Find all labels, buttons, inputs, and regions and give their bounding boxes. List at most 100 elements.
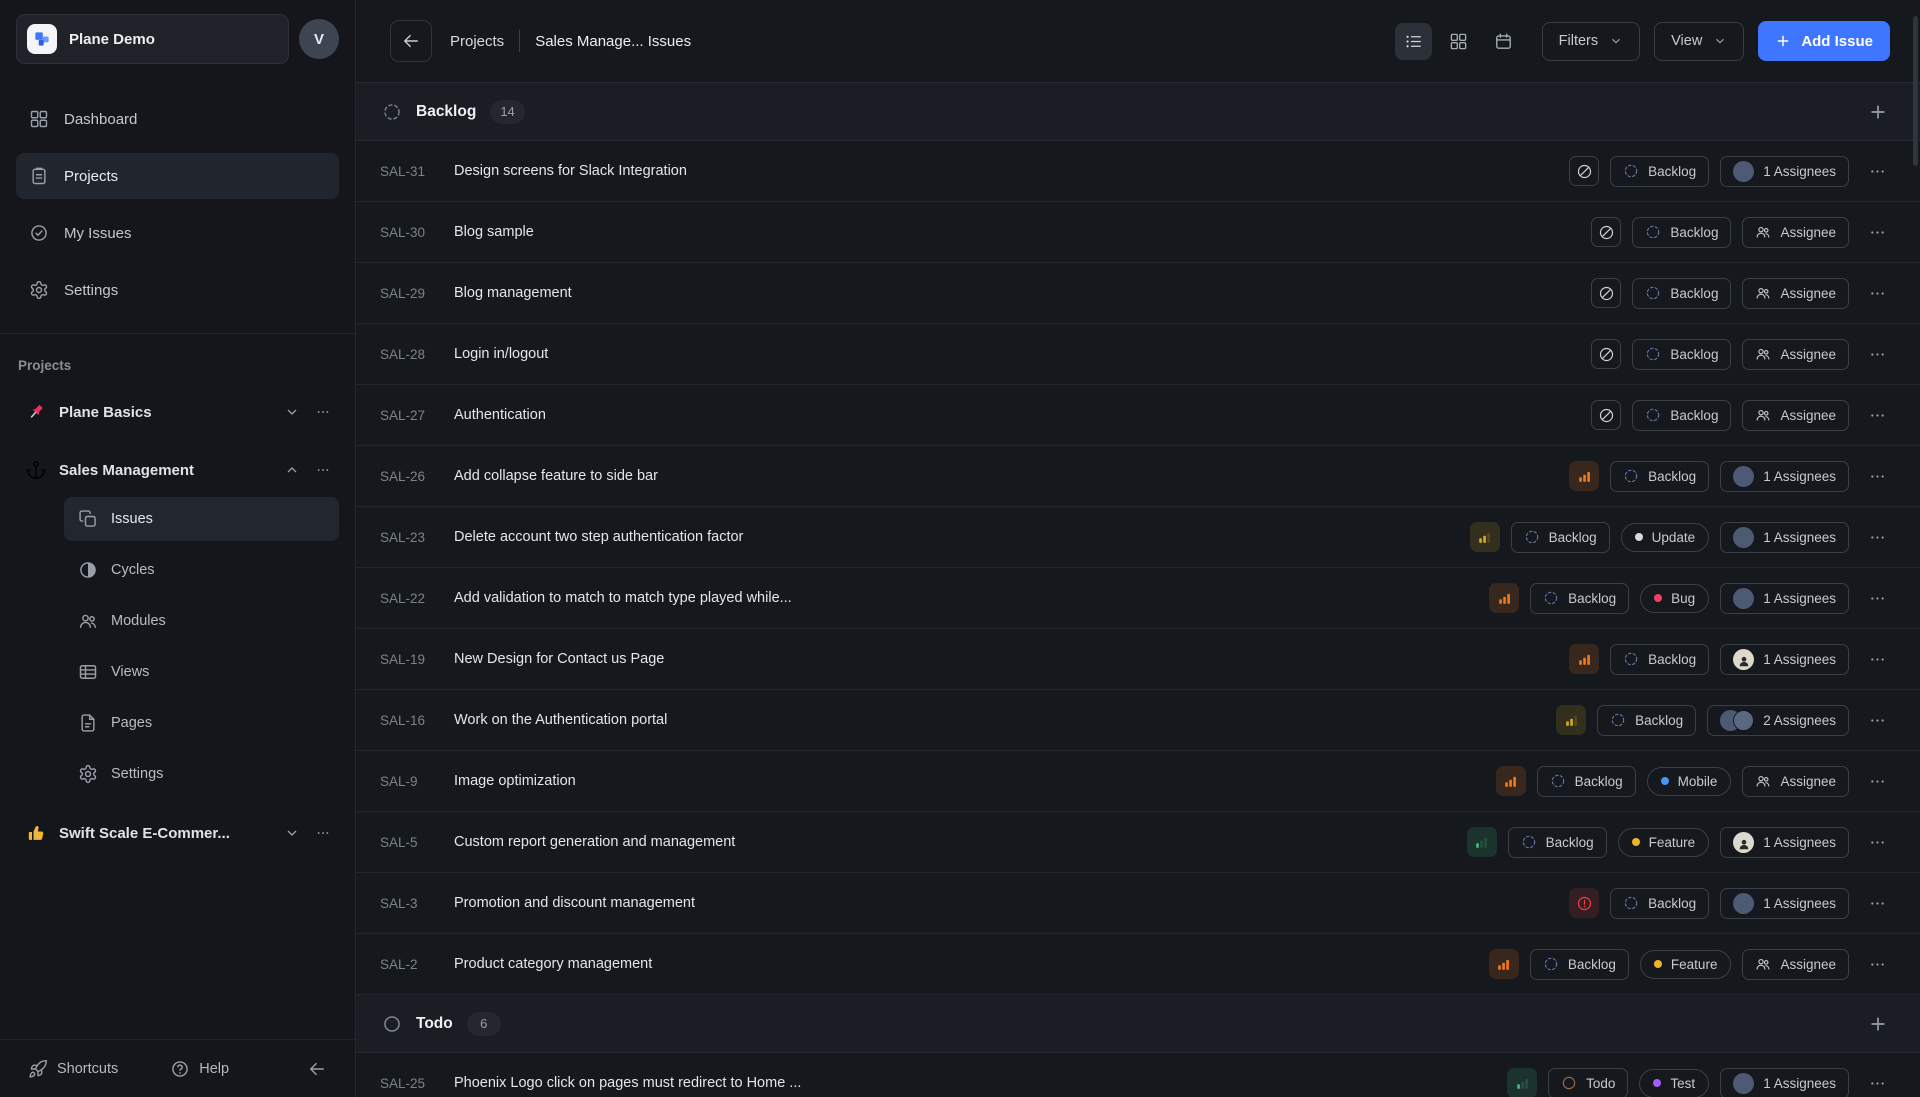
- issue-row[interactable]: SAL-28Login in/logoutBacklogAssignee: [356, 324, 1920, 385]
- user-avatar[interactable]: V: [299, 19, 339, 59]
- assignee-dropdown-button[interactable]: Assignee: [1742, 766, 1849, 797]
- issue-more-button[interactable]: [1864, 650, 1890, 669]
- state-dropdown-button[interactable]: Backlog: [1511, 522, 1610, 553]
- state-dropdown-button[interactable]: Backlog: [1632, 400, 1731, 431]
- collapse-sidebar-button[interactable]: [307, 1059, 327, 1079]
- state-dropdown-button[interactable]: Backlog: [1610, 156, 1709, 187]
- assignee-dropdown-button[interactable]: 1 Assignees: [1720, 827, 1849, 858]
- label-pill-test[interactable]: Test: [1639, 1069, 1709, 1097]
- project-item-sales-management[interactable]: Sales Management: [16, 447, 339, 493]
- issue-more-button[interactable]: [1864, 589, 1890, 608]
- assignee-dropdown-button[interactable]: Assignee: [1742, 217, 1849, 248]
- issue-more-button[interactable]: [1864, 711, 1890, 730]
- priority-high-button[interactable]: [1569, 644, 1599, 674]
- state-dropdown-button[interactable]: Backlog: [1530, 949, 1629, 980]
- priority-high-button[interactable]: [1496, 766, 1526, 796]
- project-tab-issues[interactable]: Issues: [64, 497, 339, 541]
- workspace-switcher[interactable]: Plane Demo: [16, 14, 289, 64]
- state-dropdown-button[interactable]: Backlog: [1508, 827, 1607, 858]
- project-tab-pages[interactable]: Pages: [64, 701, 339, 745]
- assignee-dropdown-button[interactable]: Assignee: [1742, 278, 1849, 309]
- back-button[interactable]: [390, 20, 432, 62]
- issue-more-button[interactable]: [1864, 528, 1890, 547]
- kanban-view-button[interactable]: [1440, 23, 1477, 60]
- priority-high-button[interactable]: [1569, 461, 1599, 491]
- chevron-down-icon[interactable]: [284, 825, 300, 841]
- priority-high-button[interactable]: [1489, 949, 1519, 979]
- issue-more-button[interactable]: [1864, 955, 1890, 974]
- issue-more-button[interactable]: [1864, 894, 1890, 913]
- priority-none-button[interactable]: [1591, 339, 1621, 369]
- project-tab-cycles[interactable]: Cycles: [64, 548, 339, 592]
- label-pill-feature[interactable]: Feature: [1618, 828, 1710, 857]
- state-dropdown-button[interactable]: Backlog: [1610, 644, 1709, 675]
- state-dropdown-button[interactable]: Backlog: [1632, 217, 1731, 248]
- issue-row[interactable]: SAL-9Image optimizationBacklogMobileAssi…: [356, 751, 1920, 812]
- chevron-down-icon[interactable]: [284, 404, 300, 420]
- help-button[interactable]: Help: [170, 1059, 229, 1079]
- issue-row[interactable]: SAL-31Design screens for Slack Integrati…: [356, 141, 1920, 202]
- sidebar-item-settings[interactable]: Settings: [16, 267, 339, 313]
- priority-urgent-button[interactable]: [1569, 888, 1599, 918]
- state-dropdown-button[interactable]: Backlog: [1632, 339, 1731, 370]
- issue-row[interactable]: SAL-27AuthenticationBacklogAssignee: [356, 385, 1920, 446]
- calendar-view-button[interactable]: [1485, 23, 1522, 60]
- sidebar-item-dashboard[interactable]: Dashboard: [16, 96, 339, 142]
- label-pill-bug[interactable]: Bug: [1640, 584, 1709, 613]
- state-dropdown-button[interactable]: Backlog: [1597, 705, 1696, 736]
- sidebar-item-projects[interactable]: Projects: [16, 153, 339, 199]
- state-dropdown-button[interactable]: Backlog: [1610, 888, 1709, 919]
- issue-row[interactable]: SAL-5Custom report generation and manage…: [356, 812, 1920, 873]
- project-tab-modules[interactable]: Modules: [64, 599, 339, 643]
- issue-row[interactable]: SAL-25Phoenix Logo click on pages must r…: [356, 1053, 1920, 1097]
- assignee-dropdown-button[interactable]: 1 Assignees: [1720, 583, 1849, 614]
- project-tab-settings[interactable]: Settings: [64, 752, 339, 796]
- issue-more-button[interactable]: [1864, 345, 1890, 364]
- issue-row[interactable]: SAL-30Blog sampleBacklogAssignee: [356, 202, 1920, 263]
- priority-low-button[interactable]: [1467, 827, 1497, 857]
- state-dropdown-button[interactable]: Backlog: [1632, 278, 1731, 309]
- project-item-swift-scale-e-commer-[interactable]: Swift Scale E-Commer...: [16, 810, 339, 856]
- issue-more-button[interactable]: [1864, 223, 1890, 242]
- chevron-up-icon[interactable]: [284, 462, 300, 478]
- issue-more-button[interactable]: [1864, 772, 1890, 791]
- priority-none-button[interactable]: [1591, 278, 1621, 308]
- issue-row[interactable]: SAL-19New Design for Contact us PageBack…: [356, 629, 1920, 690]
- project-item-plane-basics[interactable]: Plane Basics: [16, 389, 339, 435]
- shortcuts-button[interactable]: Shortcuts: [28, 1059, 118, 1079]
- issue-row[interactable]: SAL-26Add collapse feature to side barBa…: [356, 446, 1920, 507]
- assignee-dropdown-button[interactable]: 2 Assignees: [1707, 705, 1849, 736]
- more-icon[interactable]: [315, 462, 331, 478]
- assignee-dropdown-button[interactable]: 1 Assignees: [1720, 644, 1849, 675]
- assignee-dropdown-button[interactable]: 1 Assignees: [1720, 1068, 1849, 1097]
- filters-button[interactable]: Filters: [1542, 22, 1640, 61]
- issue-row[interactable]: SAL-29Blog managementBacklogAssignee: [356, 263, 1920, 324]
- project-tab-views[interactable]: Views: [64, 650, 339, 694]
- issue-more-button[interactable]: [1864, 467, 1890, 486]
- state-dropdown-button[interactable]: Backlog: [1537, 766, 1636, 797]
- issue-row[interactable]: SAL-16Work on the Authentication portalB…: [356, 690, 1920, 751]
- issue-row[interactable]: SAL-23Delete account two step authentica…: [356, 507, 1920, 568]
- priority-none-button[interactable]: [1569, 156, 1599, 186]
- assignee-dropdown-button[interactable]: Assignee: [1742, 400, 1849, 431]
- issue-more-button[interactable]: [1864, 162, 1890, 181]
- issue-more-button[interactable]: [1864, 833, 1890, 852]
- assignee-dropdown-button[interactable]: 1 Assignees: [1720, 461, 1849, 492]
- issue-row[interactable]: SAL-3Promotion and discount managementBa…: [356, 873, 1920, 934]
- priority-none-button[interactable]: [1591, 217, 1621, 247]
- priority-medium-button[interactable]: [1470, 522, 1500, 552]
- assignee-dropdown-button[interactable]: 1 Assignees: [1720, 522, 1849, 553]
- label-pill-mobile[interactable]: Mobile: [1647, 767, 1732, 796]
- issue-more-button[interactable]: [1864, 1074, 1890, 1093]
- issue-more-button[interactable]: [1864, 406, 1890, 425]
- assignee-dropdown-button[interactable]: 1 Assignees: [1720, 888, 1849, 919]
- add-issue-button[interactable]: Add Issue: [1758, 21, 1890, 61]
- issue-row[interactable]: SAL-2Product category managementBacklogF…: [356, 934, 1920, 995]
- issue-row[interactable]: SAL-22Add validation to match to match t…: [356, 568, 1920, 629]
- priority-medium-button[interactable]: [1556, 705, 1586, 735]
- add-issue-to-group-button[interactable]: [1868, 102, 1888, 122]
- assignee-dropdown-button[interactable]: Assignee: [1742, 339, 1849, 370]
- breadcrumb-projects[interactable]: Projects: [450, 33, 504, 50]
- assignee-dropdown-button[interactable]: Assignee: [1742, 949, 1849, 980]
- add-issue-to-group-button[interactable]: [1868, 1014, 1888, 1034]
